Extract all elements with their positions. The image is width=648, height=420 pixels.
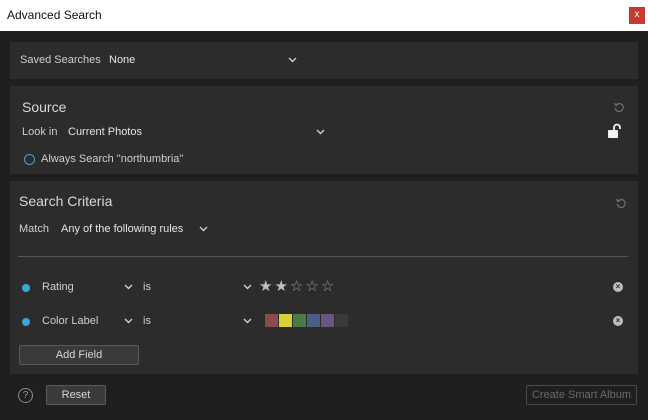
match-select[interactable]: Any of the following rules: [61, 223, 183, 235]
rule-field-select[interactable]: Color Label: [42, 315, 98, 327]
chevron-down-icon[interactable]: [316, 129, 325, 135]
add-field-button[interactable]: Add Field: [19, 345, 139, 365]
chevron-down-icon[interactable]: [199, 226, 208, 232]
reset-button[interactable]: Reset: [46, 385, 106, 405]
chevron-down-icon[interactable]: [243, 318, 252, 324]
look-in-label: Look in: [22, 126, 58, 138]
unlock-icon[interactable]: [606, 123, 622, 139]
color-swatch[interactable]: [279, 314, 292, 327]
help-icon[interactable]: ?: [18, 388, 33, 403]
saved-searches-select[interactable]: None: [109, 54, 135, 66]
color-swatch[interactable]: [321, 314, 334, 327]
source-heading: Source: [22, 99, 67, 115]
reset-criteria-icon[interactable]: [615, 196, 627, 209]
color-swatch[interactable]: [335, 314, 348, 327]
color-swatch[interactable]: [307, 314, 320, 327]
color-label-swatches[interactable]: [265, 314, 348, 327]
rating-stars[interactable]: ★ ★ ☆ ☆ ☆: [259, 279, 334, 295]
rule-operator-select[interactable]: is: [143, 281, 151, 293]
star-empty-icon[interactable]: ☆: [305, 279, 318, 295]
color-swatch[interactable]: [293, 314, 306, 327]
saved-searches-label: Saved Searches: [20, 54, 101, 66]
remove-rule-icon[interactable]: ×: [613, 316, 623, 326]
remove-rule-icon[interactable]: ×: [613, 282, 623, 292]
rule-dot: [22, 318, 30, 326]
always-search-radio[interactable]: [24, 154, 35, 165]
always-search-label: Always Search "northumbria": [41, 153, 184, 165]
reset-source-icon[interactable]: [613, 100, 625, 113]
window-title: Advanced Search: [7, 8, 102, 22]
star-filled-icon[interactable]: ★: [274, 279, 287, 295]
chevron-down-icon[interactable]: [243, 284, 252, 290]
star-empty-icon[interactable]: ☆: [290, 279, 303, 295]
rule-dot: [22, 284, 30, 292]
color-swatch[interactable]: [265, 314, 278, 327]
look-in-select[interactable]: Current Photos: [68, 126, 142, 138]
criteria-heading: Search Criteria: [19, 193, 113, 209]
star-empty-icon[interactable]: ☆: [321, 279, 334, 295]
star-filled-icon[interactable]: ★: [259, 279, 272, 295]
title-bar: Advanced Search x: [0, 0, 648, 31]
create-smart-album-button[interactable]: Create Smart Album: [526, 385, 637, 405]
chevron-down-icon[interactable]: [288, 57, 297, 63]
criteria-divider: [18, 256, 628, 257]
chevron-down-icon[interactable]: [124, 318, 133, 324]
rule-field-select[interactable]: Rating: [42, 281, 74, 293]
close-button[interactable]: x: [629, 7, 645, 24]
rule-operator-select[interactable]: is: [143, 315, 151, 327]
saved-searches-panel: [10, 42, 638, 79]
chevron-down-icon[interactable]: [124, 284, 133, 290]
match-label: Match: [19, 223, 49, 235]
